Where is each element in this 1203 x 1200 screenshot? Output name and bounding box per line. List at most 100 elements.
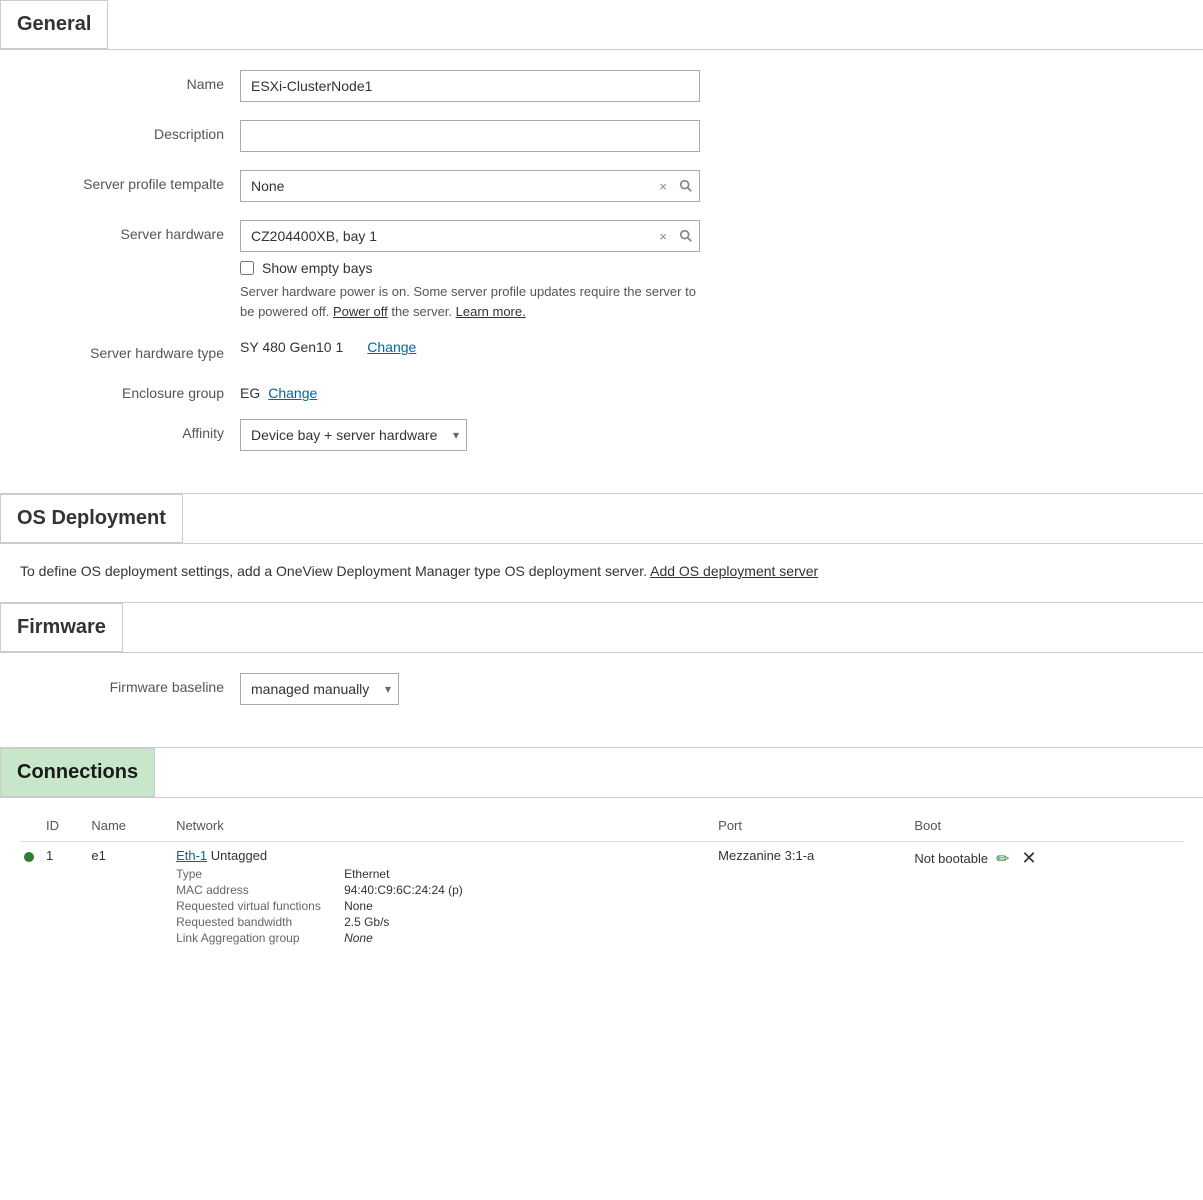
conn-port-cell: Mezzanine 3:1-a	[714, 842, 910, 950]
server-profile-template-field: ×	[240, 170, 700, 202]
server-hardware-input-wrapper: ×	[240, 220, 700, 252]
power-off-link[interactable]: Power off	[333, 304, 388, 319]
vf-value: None	[344, 899, 706, 913]
enclosure-group-label: Enclosure group	[20, 379, 240, 401]
general-section: General Name Description Server profile …	[0, 0, 1203, 493]
conn-network-cell: Eth-1 Untagged Type Ethernet MAC address…	[172, 842, 714, 950]
col-boot: Boot	[910, 814, 1161, 842]
general-title: General	[0, 0, 108, 49]
server-hardware-clear-btn[interactable]: ×	[653, 229, 673, 244]
conn-boot: Not bootable	[914, 851, 988, 866]
server-hardware-type-field: SY 480 Gen10 1 Change	[240, 339, 700, 355]
learn-more-link[interactable]: Learn more.	[456, 304, 526, 319]
col-actions	[1161, 814, 1183, 842]
firmware-baseline-select[interactable]: managed manually SPP baseline Custom bas…	[240, 673, 399, 705]
col-id: ID	[42, 814, 87, 842]
connections-header-wrapper: Connections	[0, 748, 1203, 797]
description-input[interactable]	[240, 120, 700, 152]
os-deployment-description: To define OS deployment settings, add a …	[0, 544, 1203, 602]
description-field	[240, 120, 700, 152]
enclosure-group-value: EG	[240, 385, 260, 401]
conn-name-cell: e1	[87, 842, 172, 950]
description-label: Description	[20, 120, 240, 142]
connections-content: ID Name Network Port Boot 1	[0, 798, 1203, 965]
firmware-baseline-field: managed manually SPP baseline Custom bas…	[240, 673, 700, 705]
firmware-baseline-row: Firmware baseline managed manually SPP b…	[0, 673, 1203, 705]
affinity-field: Device bay + server hardware Device bay	[240, 419, 700, 451]
conn-port: Mezzanine 3:1-a	[718, 848, 814, 863]
conn-status-dot	[24, 852, 34, 862]
server-hardware-label: Server hardware	[20, 220, 240, 242]
server-hardware-input[interactable]	[241, 223, 653, 249]
name-row: Name	[0, 70, 1203, 102]
conn-name: e1	[91, 848, 105, 863]
firmware-section: Firmware Firmware baseline managed manua…	[0, 603, 1203, 747]
os-deployment-header: OS Deployment	[0, 494, 1203, 543]
firmware-baseline-label: Firmware baseline	[20, 673, 240, 695]
name-input[interactable]	[240, 70, 700, 102]
col-network: Network	[172, 814, 714, 842]
conn-network-link[interactable]: Eth-1	[176, 848, 207, 863]
name-label: Name	[20, 70, 240, 92]
conn-edit-button[interactable]: ✏	[992, 849, 1013, 869]
server-hardware-type-value: SY 480 Gen10 1	[240, 339, 343, 355]
general-header: General	[0, 0, 1203, 49]
name-field	[240, 70, 700, 102]
enclosure-group-field: EG Change	[240, 379, 700, 401]
affinity-row: Affinity Device bay + server hardware De…	[0, 419, 1203, 451]
lag-label: Link Aggregation group	[176, 931, 336, 945]
server-profile-template-row: Server profile tempalte ×	[0, 170, 1203, 202]
change-eg-button[interactable]: Change	[268, 385, 317, 401]
conn-id: 1	[46, 848, 53, 863]
bw-value: 2.5 Gb/s	[344, 915, 706, 929]
affinity-select-wrapper: Device bay + server hardware Device bay	[240, 419, 467, 451]
type-label: Type	[176, 867, 336, 881]
mac-value: 94:40:C9:6C:24:24 (p)	[344, 883, 706, 897]
server-profile-template-search-btn[interactable]	[673, 179, 699, 193]
affinity-label: Affinity	[20, 419, 240, 441]
connections-table: ID Name Network Port Boot 1	[20, 814, 1183, 949]
server-profile-template-input-wrapper: ×	[240, 170, 700, 202]
type-value: Ethernet	[344, 867, 706, 881]
conn-sub-details: Type Ethernet MAC address 94:40:C9:6C:24…	[176, 867, 706, 945]
hw-type-row: SY 480 Gen10 1 Change	[240, 339, 700, 355]
server-profile-template-label: Server profile tempalte	[20, 170, 240, 192]
conn-boot-cell: Not bootable ✏ ✕	[910, 842, 1161, 950]
show-empty-bays-row: Show empty bays	[240, 260, 700, 276]
show-empty-bays-checkbox[interactable]	[240, 261, 254, 275]
boot-actions: Not bootable ✏ ✕	[914, 848, 1153, 869]
server-hardware-field: × Show empty bays Server hardware	[240, 220, 700, 321]
enclosure-group-row: Enclosure group EG Change	[0, 379, 1203, 401]
server-profile-template-input[interactable]	[241, 173, 653, 199]
server-hardware-search-btn[interactable]	[673, 229, 699, 243]
firmware-header: Firmware	[0, 603, 1203, 652]
server-hardware-type-label: Server hardware type	[20, 339, 240, 361]
show-empty-bays-label: Show empty bays	[262, 260, 373, 276]
server-profile-template-clear-btn[interactable]: ×	[653, 179, 673, 194]
power-note: Server hardware power is on. Some server…	[240, 282, 700, 321]
connections-section: Connections ID Name Network Port Boot	[0, 748, 1203, 965]
server-hardware-row: Server hardware × Show empty ba	[0, 220, 1203, 321]
conn-network-tag: Untagged	[211, 848, 267, 863]
connections-title: Connections	[0, 748, 155, 797]
mac-label: MAC address	[176, 883, 336, 897]
enclosure-row-value: EG Change	[240, 379, 700, 401]
conn-id-cell: 1	[42, 842, 87, 950]
col-status	[20, 814, 42, 842]
firmware-title: Firmware	[0, 603, 123, 652]
os-deployment-section: OS Deployment To define OS deployment se…	[0, 494, 1203, 602]
add-os-deployment-server-link[interactable]: Add OS deployment server	[650, 563, 818, 579]
connections-table-header-row: ID Name Network Port Boot	[20, 814, 1183, 842]
server-hardware-type-row: Server hardware type SY 480 Gen10 1 Chan…	[0, 339, 1203, 361]
lag-value: None	[344, 931, 706, 945]
firmware-baseline-select-wrapper: managed manually SPP baseline Custom bas…	[240, 673, 399, 705]
conn-delete-button[interactable]: ✕	[1017, 848, 1040, 869]
description-row: Description	[0, 120, 1203, 152]
firmware-content: Firmware baseline managed manually SPP b…	[0, 653, 1203, 747]
col-name: Name	[87, 814, 172, 842]
vf-label: Requested virtual functions	[176, 899, 336, 913]
col-port: Port	[714, 814, 910, 842]
change-hw-type-button[interactable]: Change	[367, 339, 416, 355]
bw-label: Requested bandwidth	[176, 915, 336, 929]
affinity-select[interactable]: Device bay + server hardware Device bay	[240, 419, 467, 451]
